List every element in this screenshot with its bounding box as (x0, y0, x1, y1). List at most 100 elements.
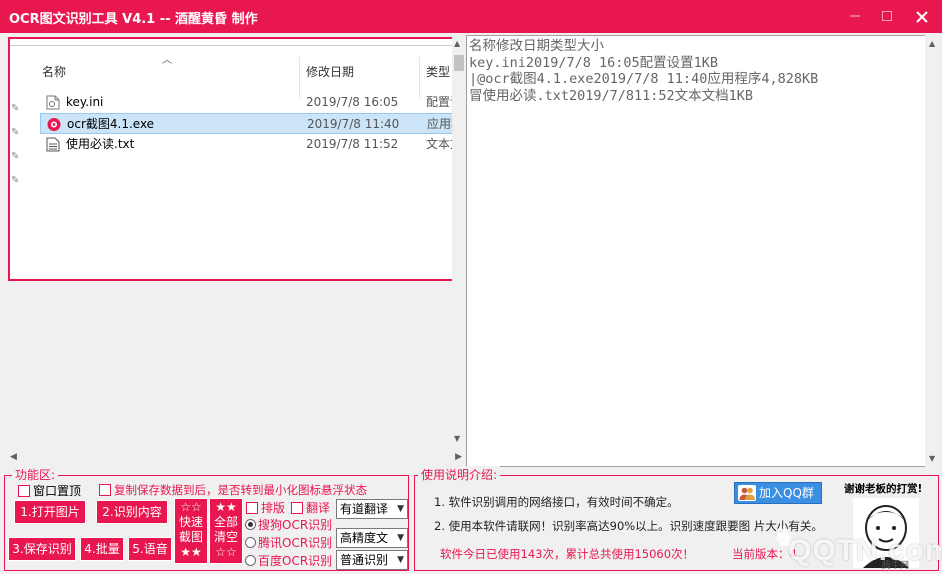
engine-baidu-label: 百度OCR识别 (258, 554, 333, 568)
engine-sogou-radio[interactable]: 搜狗OCR识别 (245, 516, 332, 533)
ini-file-icon (46, 95, 60, 110)
image-horizontal-scrollbar[interactable]: ◀ ▶ (8, 451, 466, 465)
scroll-down-icon[interactable]: ▼ (454, 434, 460, 443)
checkbox-box (18, 485, 30, 497)
radio-selected-icon (245, 519, 256, 530)
translate-engine-value: 有道翻译 (340, 502, 389, 516)
engine-sogou-label: 搜狗OCR识别 (258, 518, 333, 532)
clear-all-stars-bottom: ☆☆ (215, 545, 237, 559)
clear-all-label-1: 全部 (213, 515, 238, 529)
cropped-toolbar-strip (10, 39, 452, 46)
scroll-right-icon[interactable]: ▶ (455, 452, 462, 462)
scroll-down-icon[interactable]: ▼ (929, 454, 935, 463)
radio-icon (245, 555, 256, 566)
usage-line-2: 2. 使用本软件请联网！识别率高达90%以上。识别速度跟要图 片大小有关。 (434, 519, 823, 533)
quick-capture-label-2: 截图 (178, 530, 203, 544)
image-vertical-scrollbar[interactable]: ▲ ▼ (452, 37, 466, 445)
result-vertical-scrollbar[interactable]: ▲ ▼ (925, 35, 941, 467)
file-date: 2019/7/8 11:40 (307, 117, 400, 131)
window-top-checkbox[interactable]: 窗口置顶 (18, 482, 81, 499)
ocr-result-line: key.ini2019/7/8 16:05配置设置1KB (469, 54, 719, 71)
batch-button[interactable]: 4.批量 (80, 537, 124, 561)
engine-tencent-radio[interactable]: 腾讯OCR识别 (245, 534, 332, 551)
quick-capture-stars-top: ☆☆ (180, 500, 202, 514)
quick-capture-label-1: 快速 (178, 515, 203, 529)
scroll-up-icon[interactable]: ▲ (929, 39, 935, 48)
copy-save-minimize-checkbox[interactable]: 复制保存数据到后，是否转到最小化图标悬浮状态 (99, 482, 367, 498)
recognize-mode-value: 普通识别 (340, 553, 389, 567)
ocr-result-line: 名称修改日期类型大小 (469, 38, 604, 54)
voice-button[interactable]: 5.语音 (128, 537, 172, 561)
chevron-down-icon: ▼ (397, 504, 404, 514)
precision-value: 高精度文 (340, 531, 389, 545)
scrollbar-thumb[interactable] (454, 55, 464, 71)
radio-icon (245, 537, 256, 548)
scroll-left-icon[interactable]: ◀ (10, 452, 17, 462)
checkbox-box (99, 484, 111, 496)
close-button[interactable] (905, 0, 939, 33)
txt-file-icon (46, 137, 60, 152)
group-users-icon (738, 485, 756, 501)
pin-icon: ✎ (11, 175, 20, 186)
translate-engine-select[interactable]: 有道翻译 ▼ (336, 499, 408, 519)
ocr-result-line: |@ocr截图4.1.exe2019/7/8 11:40应用程序4,828KB (469, 71, 819, 87)
translate-checkbox[interactable]: 翻译 (291, 499, 330, 516)
clear-all-button[interactable]: ★★ 全部 清空 ☆☆ (209, 498, 243, 564)
copy-save-label: 复制保存数据到后，是否转到最小化图标悬浮状态 (114, 483, 367, 497)
recognize-mode-select[interactable]: 普通识别 ▼ (336, 550, 408, 570)
save-result-button[interactable]: 3.保存识别 (8, 537, 76, 561)
precision-select[interactable]: 高精度文 ▼ (336, 528, 408, 548)
image-preview-pane[interactable]: ✎ ✎ ✎ ✎ ︿ 名称 修改日期 类型 key.ini 2019/7/8 16… (8, 37, 452, 281)
chevron-down-icon: ▼ (397, 555, 404, 565)
file-row[interactable]: 使用必读.txt 2019/7/8 11:52 文本文 (40, 134, 452, 155)
window-top-label: 窗口置顶 (33, 484, 82, 498)
file-type: 文本文 (426, 137, 452, 151)
watermark-text: QQTN.com (788, 534, 942, 567)
file-row[interactable]: key.ini 2019/7/8 16:05 配置设 (40, 92, 452, 113)
usage-line-1: 1. 软件识别调用的网络接口，有效时间不确定。 (434, 495, 679, 509)
ocr-result-textarea[interactable]: 名称修改日期类型大小 key.ini2019/7/8 16:05配置设置1KB … (466, 35, 926, 467)
close-icon (916, 11, 928, 23)
file-type: 配置设 (426, 95, 452, 109)
engine-baidu-radio[interactable]: 百度OCR识别 (245, 552, 332, 569)
chevron-down-icon: ▼ (397, 533, 404, 543)
engine-tencent-label: 腾讯OCR识别 (258, 536, 333, 550)
exe-app-icon (47, 118, 61, 131)
usage-area-legend: 使用说明介绍: (418, 466, 501, 483)
file-row-selected[interactable]: ocr截图4.1.exe 2019/7/8 11:40 应用程 (40, 113, 452, 134)
minimize-icon (850, 15, 860, 17)
watermark-small-text: 腾牛网 (882, 561, 910, 571)
maximize-button[interactable] (870, 0, 904, 33)
donation-thanks: 谢谢老板的打赏! (844, 483, 923, 495)
function-area-legend: 功能区: (12, 466, 59, 483)
title-bar: OCR图文识别工具 V4.1 -- 酒醒黄昏 制作 (0, 0, 942, 33)
file-name: key.ini (66, 95, 104, 109)
clear-all-label-2: 清空 (213, 530, 238, 544)
file-name: ocr截图4.1.exe (67, 117, 155, 131)
ocr-result-line: 冒使用必读.txt2019/7/811:52文本文档1KB (469, 87, 754, 104)
checkbox-box (246, 502, 258, 514)
usage-count: 软件今日已使用143次，累计总共使用15060次！ (440, 547, 695, 561)
file-date: 2019/7/8 16:05 (306, 95, 399, 109)
join-qq-group-button[interactable]: 加入QQ群 (734, 482, 822, 504)
layout-checkbox[interactable]: 排版 (246, 499, 285, 516)
open-image-button[interactable]: 1.打开图片 (14, 500, 86, 524)
maximize-icon (882, 11, 892, 21)
window-title: OCR图文识别工具 V4.1 -- 酒醒黄昏 制作 (9, 12, 258, 27)
file-date: 2019/7/8 11:52 (306, 137, 399, 151)
checkbox-box (291, 502, 303, 514)
file-type: 应用程 (427, 117, 452, 131)
translate-label: 翻译 (306, 501, 331, 515)
file-name: 使用必读.txt (66, 137, 135, 151)
quick-capture-stars-bottom: ★★ (180, 545, 202, 559)
quick-capture-button[interactable]: ☆☆ 快速 截图 ★★ (174, 498, 208, 564)
minimize-button[interactable] (838, 0, 872, 33)
pin-icon: ✎ (11, 103, 20, 114)
scroll-up-icon[interactable]: ▲ (454, 39, 460, 48)
pin-icon: ✎ (11, 127, 20, 138)
pin-icon: ✎ (11, 151, 20, 162)
layout-label: 排版 (261, 501, 286, 515)
clear-all-stars-top: ★★ (215, 500, 237, 514)
join-qq-label: 加入QQ群 (759, 486, 814, 500)
recognize-button[interactable]: 2.识别内容 (96, 500, 168, 524)
